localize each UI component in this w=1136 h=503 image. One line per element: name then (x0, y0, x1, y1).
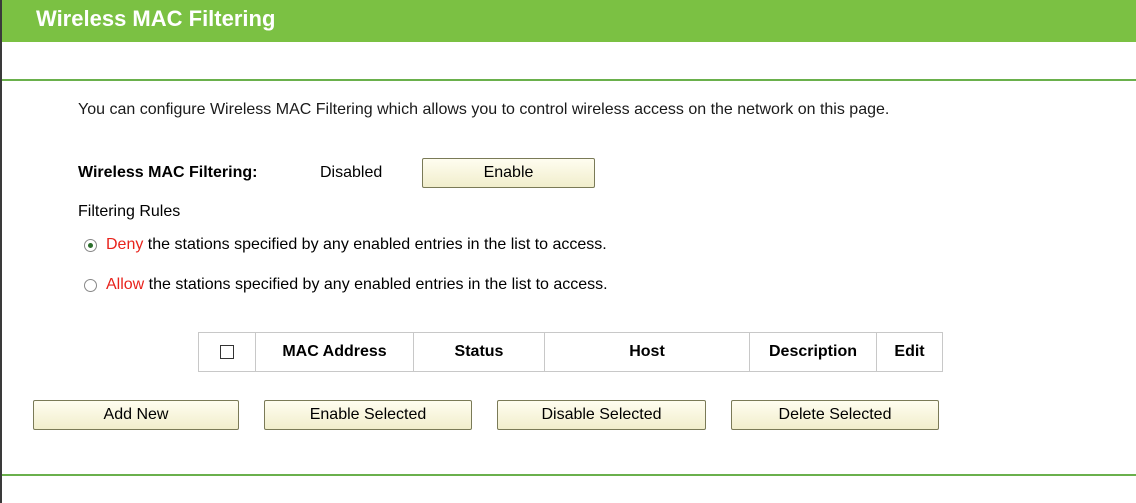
col-description: Description (749, 332, 877, 372)
select-all-checkbox[interactable] (220, 344, 234, 359)
select-all-cell (198, 332, 256, 372)
filtering-label: Wireless MAC Filtering: (78, 164, 258, 181)
enable-selected-button[interactable]: Enable Selected (264, 400, 472, 430)
deny-radio[interactable] (84, 238, 97, 252)
col-host: Host (544, 332, 750, 372)
filtering-rules-heading: Filtering Rules (78, 203, 181, 220)
filtering-status: Disabled (320, 164, 383, 181)
title-bar: Wireless MAC Filtering (2, 0, 1136, 42)
enable-button[interactable]: Enable (422, 158, 595, 188)
deny-rule-option[interactable]: Deny the stations specified by any enabl… (84, 236, 607, 254)
delete-selected-button[interactable]: Delete Selected (731, 400, 939, 430)
col-edit: Edit (876, 332, 943, 372)
col-status: Status (413, 332, 545, 372)
allow-radio[interactable] (84, 278, 97, 292)
mac-filter-table: MAC Address Status Host Description Edit (198, 332, 943, 372)
deny-rule-text: the stations specified by any enabled en… (143, 236, 607, 253)
allow-rule-option[interactable]: Allow the stations specified by any enab… (84, 276, 608, 294)
allow-rule-text: the stations specified by any enabled en… (144, 276, 608, 293)
table-header-row: MAC Address Status Host Description Edit (198, 332, 943, 372)
bottom-divider (2, 474, 1136, 476)
page-title: Wireless MAC Filtering (36, 6, 276, 31)
allow-keyword: Allow (106, 276, 145, 293)
add-new-button[interactable]: Add New (33, 400, 239, 430)
col-mac-address: MAC Address (255, 332, 414, 372)
deny-keyword: Deny (106, 236, 144, 253)
disable-selected-button[interactable]: Disable Selected (497, 400, 706, 430)
top-divider (2, 79, 1136, 81)
intro-text: You can configure Wireless MAC Filtering… (78, 101, 890, 118)
